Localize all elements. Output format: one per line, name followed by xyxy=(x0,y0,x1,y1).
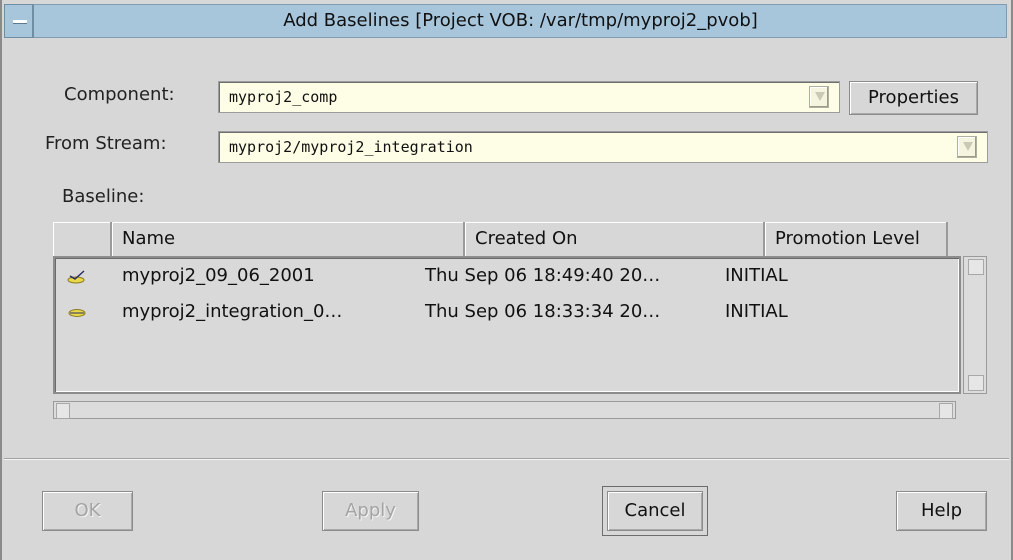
table-row[interactable]: myproj2_integration_0… Thu Sep 06 18:33:… xyxy=(55,294,955,330)
stream-field[interactable]: myproj2/myproj2_integration xyxy=(218,131,988,163)
column-header-promotion[interactable]: Promotion Level xyxy=(765,222,948,256)
row-created: Thu Sep 06 18:33:34 20… xyxy=(425,301,661,322)
component-dropdown-icon[interactable] xyxy=(809,86,829,108)
cancel-button[interactable]: Cancel xyxy=(607,491,703,531)
scroll-left-icon[interactable] xyxy=(56,403,70,419)
row-name: myproj2_integration_0… xyxy=(122,301,343,322)
window-menu-button[interactable] xyxy=(4,4,34,38)
stream-label: From Stream: xyxy=(45,133,167,154)
row-name: myproj2_09_06_2001 xyxy=(122,265,315,286)
scroll-right-icon[interactable] xyxy=(939,403,953,419)
baseline-list[interactable]: myproj2_09_06_2001 Thu Sep 06 18:49:40 2… xyxy=(53,256,961,394)
properties-button[interactable]: Properties xyxy=(849,81,978,115)
row-created: Thu Sep 06 18:49:40 20… xyxy=(425,265,661,286)
column-header-created[interactable]: Created On xyxy=(465,222,765,256)
baseline-checked-icon xyxy=(67,270,85,284)
row-level: INITIAL xyxy=(725,265,788,286)
divider xyxy=(4,458,1009,460)
table-row[interactable]: myproj2_09_06_2001 Thu Sep 06 18:49:40 2… xyxy=(55,258,955,294)
apply-button[interactable]: Apply xyxy=(322,491,419,531)
component-value: myproj2_comp xyxy=(229,88,338,106)
row-level: INITIAL xyxy=(725,301,788,322)
window-title: Add Baselines [Project VOB: /var/tmp/myp… xyxy=(283,10,758,31)
vertical-scrollbar[interactable] xyxy=(963,256,987,394)
help-button[interactable]: Help xyxy=(896,491,987,531)
baseline-label: Baseline: xyxy=(62,186,145,207)
component-field[interactable]: myproj2_comp xyxy=(218,81,840,113)
column-header-name[interactable]: Name xyxy=(112,222,465,256)
baseline-icon xyxy=(68,309,86,317)
baseline-table-header: Name Created On Promotion Level xyxy=(53,222,948,256)
horizontal-scrollbar[interactable] xyxy=(53,401,956,419)
window-menu-icon xyxy=(13,20,27,24)
component-label: Component: xyxy=(64,84,175,105)
scroll-up-icon[interactable] xyxy=(968,259,984,275)
stream-value: myproj2/myproj2_integration xyxy=(229,138,473,156)
column-header-icon[interactable] xyxy=(53,222,112,256)
ok-button[interactable]: OK xyxy=(42,491,133,531)
stream-dropdown-icon[interactable] xyxy=(957,136,977,158)
scroll-down-icon[interactable] xyxy=(968,375,984,391)
